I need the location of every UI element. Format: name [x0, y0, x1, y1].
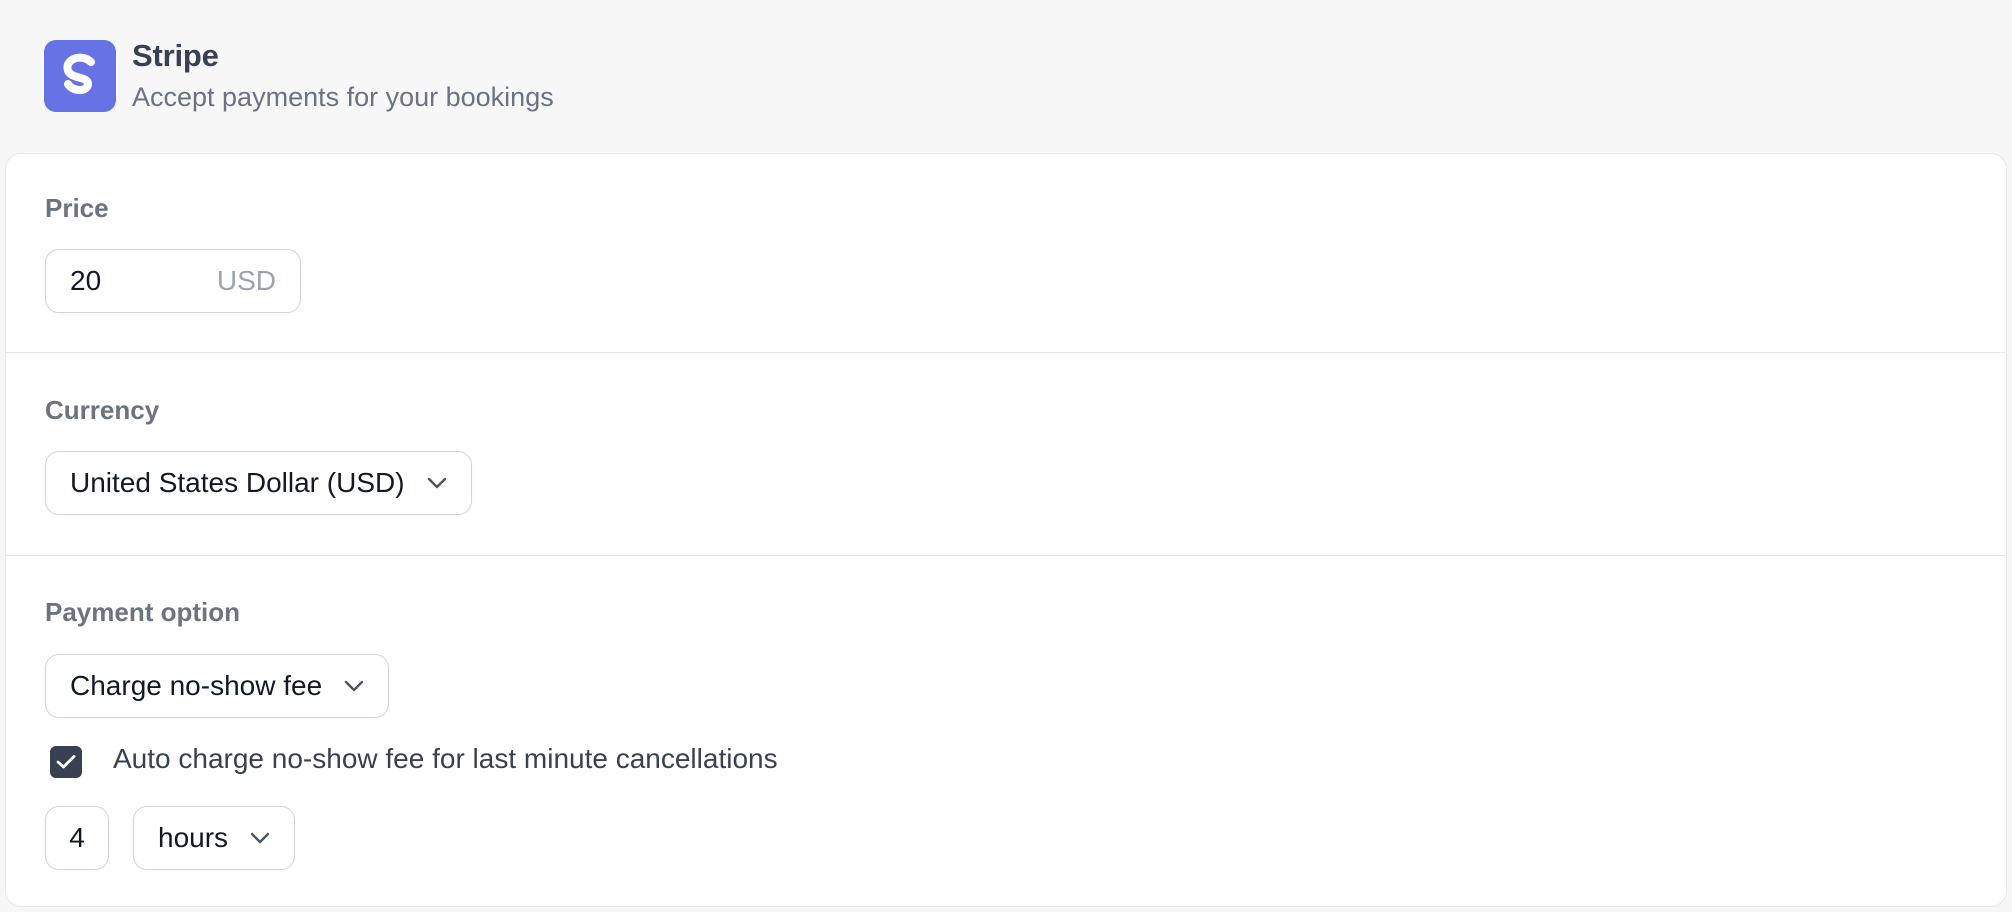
payment-option-select[interactable]: Charge no-show fee [45, 654, 390, 718]
app-description: Accept payments for your bookings [132, 82, 554, 112]
chevron-down-icon [344, 680, 364, 692]
chevron-down-icon [427, 477, 446, 489]
currency-label: Currency [45, 395, 160, 425]
payment-option-selected-value: Charge no-show fee [70, 670, 323, 701]
price-section: Price 20 USD [6, 154, 2006, 353]
price-label: Price [45, 193, 109, 223]
time-value[interactable]: 4 [69, 822, 85, 854]
price-input[interactable]: 20 USD [45, 249, 301, 313]
time-unit-select[interactable]: hours [133, 806, 296, 870]
currency-select[interactable]: United States Dollar (USD) [45, 451, 472, 515]
currency-section: Currency United States Dollar (USD) [6, 354, 2006, 556]
auto-charge-label[interactable]: Auto charge no-show fee for last minute … [113, 743, 778, 775]
auto-charge-checkbox[interactable] [50, 746, 82, 778]
stripe-s-icon [63, 53, 95, 95]
payment-option-section: Payment option Charge no-show fee [6, 557, 2006, 906]
price-value[interactable]: 20 [70, 265, 101, 297]
check-icon [56, 755, 76, 769]
app-title: Stripe [132, 38, 219, 73]
time-value-input[interactable]: 4 [45, 806, 109, 870]
app-header: Stripe Accept payments for your bookings [0, 0, 2012, 150]
currency-selected-value: United States Dollar (USD) [70, 467, 405, 498]
payment-option-label: Payment option [45, 597, 241, 627]
stripe-settings-card: Price 20 USD Currency United States Doll… [5, 153, 2007, 907]
price-currency-suffix: USD [216, 265, 276, 296]
time-unit-selected-value: hours [158, 822, 229, 853]
chevron-down-icon [250, 832, 270, 844]
stripe-logo [44, 40, 116, 112]
